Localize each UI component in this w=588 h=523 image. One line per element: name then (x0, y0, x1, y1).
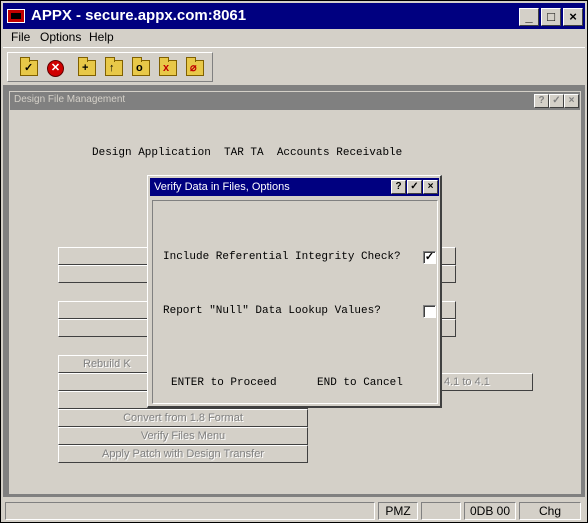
app-window: APPX - secure.appx.com:8061 _ □ × File O… (0, 0, 588, 523)
page-heading: Design Application TAR TA Accounts Recei… (92, 147, 403, 159)
status-mode: Chg (519, 502, 581, 520)
status-message (5, 502, 375, 520)
dialog-ok-button[interactable]: ✓ (407, 180, 422, 194)
title-bar[interactable]: APPX - secure.appx.com:8061 _ □ × (3, 3, 585, 29)
dialog-body: Include Referential Integrity Check? ✓ R… (152, 200, 438, 404)
status-pmz: PMZ (378, 502, 418, 520)
stop-icon[interactable]: ✕ (47, 60, 64, 77)
inner-ok-button[interactable]: ✓ (549, 94, 564, 108)
status-blank (421, 502, 461, 520)
status-bar: PMZ 0DB 00 Chg (3, 500, 585, 522)
convert-button[interactable]: Convert from 1.8 Format (58, 409, 308, 427)
toolbar-group: ✓ ✕ + ↑ o x ⌀ (7, 52, 213, 82)
minimize-button[interactable]: _ (519, 8, 539, 26)
verify-files-menu-button[interactable]: Verify Files Menu (58, 427, 308, 445)
apply-patch-button[interactable]: Apply Patch with Design Transfer (58, 445, 308, 463)
window-title: APPX - secure.appx.com:8061 (31, 7, 247, 24)
open-folder-icon[interactable]: ↑ (105, 57, 123, 76)
cancel-folder-icon[interactable]: x (159, 57, 177, 76)
status-db: 0DB 00 (464, 502, 516, 520)
inner-close-button[interactable]: × (564, 94, 579, 108)
delete-folder-icon[interactable]: ⌀ (186, 57, 204, 76)
menu-file[interactable]: File (11, 30, 30, 44)
new-folder-icon[interactable]: + (78, 57, 96, 76)
referential-integrity-checkbox[interactable]: ✓ (423, 251, 436, 264)
referential-integrity-label: Include Referential Integrity Check? (163, 251, 401, 263)
convert-41-button[interactable]: 4.1 to 4.1 (435, 373, 533, 391)
enter-to-proceed-text: ENTER to Proceed (171, 377, 277, 389)
dialog-title: Verify Data in Files, Options (154, 181, 290, 193)
maximize-button[interactable]: □ (541, 8, 561, 26)
toolbar: ✓ ✕ + ↑ o x ⌀ (3, 47, 585, 83)
dialog-help-button[interactable]: ? (391, 180, 406, 194)
close-button[interactable]: × (563, 8, 583, 26)
checkmark-folder-icon[interactable]: ✓ (20, 57, 38, 76)
dialog-close-button[interactable]: × (423, 180, 438, 194)
find-folder-icon[interactable]: o (132, 57, 150, 76)
null-lookup-label: Report "Null" Data Lookup Values? (163, 305, 381, 317)
menu-options[interactable]: Options (40, 30, 81, 44)
appx-logo-icon (7, 9, 25, 23)
end-to-cancel-text: END to Cancel (317, 377, 403, 389)
inner-window-title: Design File Management (14, 94, 126, 105)
null-lookup-checkbox[interactable] (423, 305, 436, 318)
menu-help[interactable]: Help (89, 30, 114, 44)
inner-title-bar[interactable]: Design File Management ? ✓ × (10, 92, 580, 110)
menu-bar: File Options Help (3, 29, 585, 47)
inner-help-button[interactable]: ? (534, 94, 549, 108)
dialog-title-bar[interactable]: Verify Data in Files, Options ? ✓ × (150, 178, 439, 196)
verify-options-dialog: Verify Data in Files, Options ? ✓ × Incl… (147, 175, 442, 408)
